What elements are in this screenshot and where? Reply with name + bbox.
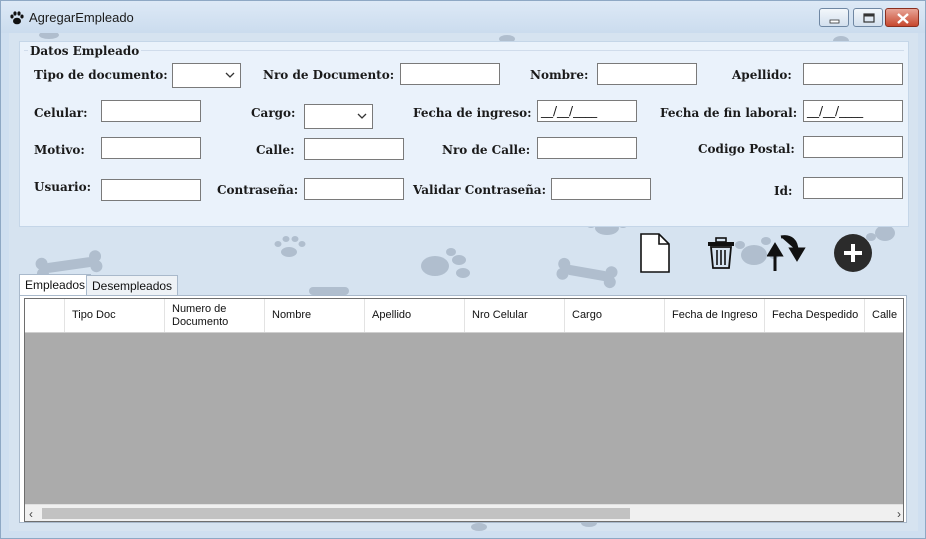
nro-calle-label: Nro de Calle:: [442, 143, 531, 157]
column-header[interactable]: Calle: [865, 299, 903, 332]
apellido-label: Apellido:: [732, 68, 792, 82]
nro-documento-input[interactable]: [400, 63, 500, 85]
nro-calle-input[interactable]: [537, 137, 637, 159]
maximize-icon: [863, 13, 875, 23]
column-header[interactable]: Fecha de Ingreso: [665, 299, 765, 332]
close-icon: [897, 13, 909, 24]
calle-label: Calle:: [256, 143, 295, 157]
fecha-fin-label: Fecha de fin laboral:: [660, 106, 798, 120]
horizontal-scrollbar[interactable]: ‹ ›: [25, 504, 903, 521]
fecha-fin-input[interactable]: __/__/____: [803, 100, 903, 122]
tab-panel-empleados: Tipo Doc Numero de Documento Nombre Apel…: [19, 295, 907, 523]
scrollbar-thumb[interactable]: [42, 508, 630, 519]
groupbox-border: [24, 50, 904, 51]
column-header[interactable]: Fecha Despedido: [765, 299, 865, 332]
nombre-input[interactable]: [597, 63, 697, 85]
new-document-icon[interactable]: [639, 233, 671, 273]
id-label: Id:: [774, 184, 793, 198]
column-header[interactable]: Nombre: [265, 299, 365, 332]
client-area: Datos Empleado Tipo de documento: Nro de…: [9, 33, 918, 531]
fecha-ingreso-input[interactable]: __/__/____: [537, 100, 637, 122]
tab-desempleados[interactable]: Desempleados: [86, 275, 179, 296]
tipo-documento-label: Tipo de documento:: [34, 68, 168, 82]
empleados-grid[interactable]: Tipo Doc Numero de Documento Nombre Apel…: [24, 298, 904, 522]
chevron-down-icon: [357, 113, 367, 119]
title-bar: AgregarEmpleado: [1, 1, 925, 33]
calle-input[interactable]: [304, 138, 404, 160]
grid-row-header: [25, 299, 65, 332]
motivo-label: Motivo:: [34, 143, 85, 157]
chevron-down-icon: [225, 72, 235, 78]
trash-icon[interactable]: [707, 237, 735, 269]
datos-empleado-groupbox: Datos Empleado Tipo de documento: Nro de…: [19, 41, 909, 227]
cargo-label: Cargo:: [251, 106, 296, 120]
column-header[interactable]: Nro Celular: [465, 299, 565, 332]
usuario-input[interactable]: [101, 179, 201, 201]
window-title: AgregarEmpleado: [29, 10, 134, 25]
window: AgregarEmpleado Datos Empleado Tipo de d…: [0, 0, 926, 539]
column-header[interactable]: Apellido: [365, 299, 465, 332]
cargo-combo[interactable]: [304, 104, 373, 129]
contrasena-input[interactable]: [304, 178, 404, 200]
minimize-button[interactable]: [819, 8, 849, 27]
tab-empleados[interactable]: Empleados: [19, 274, 92, 296]
refresh-icon[interactable]: [767, 231, 807, 275]
nro-documento-label: Nro de Documento:: [263, 68, 395, 82]
usuario-label: Usuario:: [34, 180, 92, 194]
add-icon[interactable]: [833, 233, 873, 273]
celular-input[interactable]: [101, 100, 201, 122]
maximize-button[interactable]: [853, 8, 883, 27]
scroll-left-icon[interactable]: ‹: [29, 507, 33, 521]
groupbox-legend: Datos Empleado: [28, 44, 142, 58]
tipo-documento-combo[interactable]: [172, 63, 241, 88]
column-header[interactable]: Numero de Documento: [165, 299, 265, 332]
celular-label: Celular:: [34, 106, 88, 120]
codigo-postal-input[interactable]: [803, 136, 903, 158]
grid-header: Tipo Doc Numero de Documento Nombre Apel…: [25, 299, 903, 333]
apellido-input[interactable]: [803, 63, 903, 85]
column-header[interactable]: Cargo: [565, 299, 665, 332]
scroll-right-icon[interactable]: ›: [897, 507, 901, 521]
motivo-input[interactable]: [101, 137, 201, 159]
validar-contrasena-label: Validar Contraseña:: [413, 183, 547, 197]
nombre-label: Nombre:: [530, 68, 589, 82]
codigo-postal-label: Codigo Postal:: [698, 142, 795, 156]
paw-icon: [10, 11, 24, 25]
contrasena-label: Contraseña:: [217, 183, 299, 197]
validar-contrasena-input[interactable]: [551, 178, 651, 200]
id-input[interactable]: [803, 177, 903, 199]
minimize-icon: [829, 19, 840, 24]
column-header[interactable]: Tipo Doc: [65, 299, 165, 332]
fecha-ingreso-label: Fecha de ingreso:: [413, 106, 532, 120]
close-button[interactable]: [885, 8, 919, 27]
